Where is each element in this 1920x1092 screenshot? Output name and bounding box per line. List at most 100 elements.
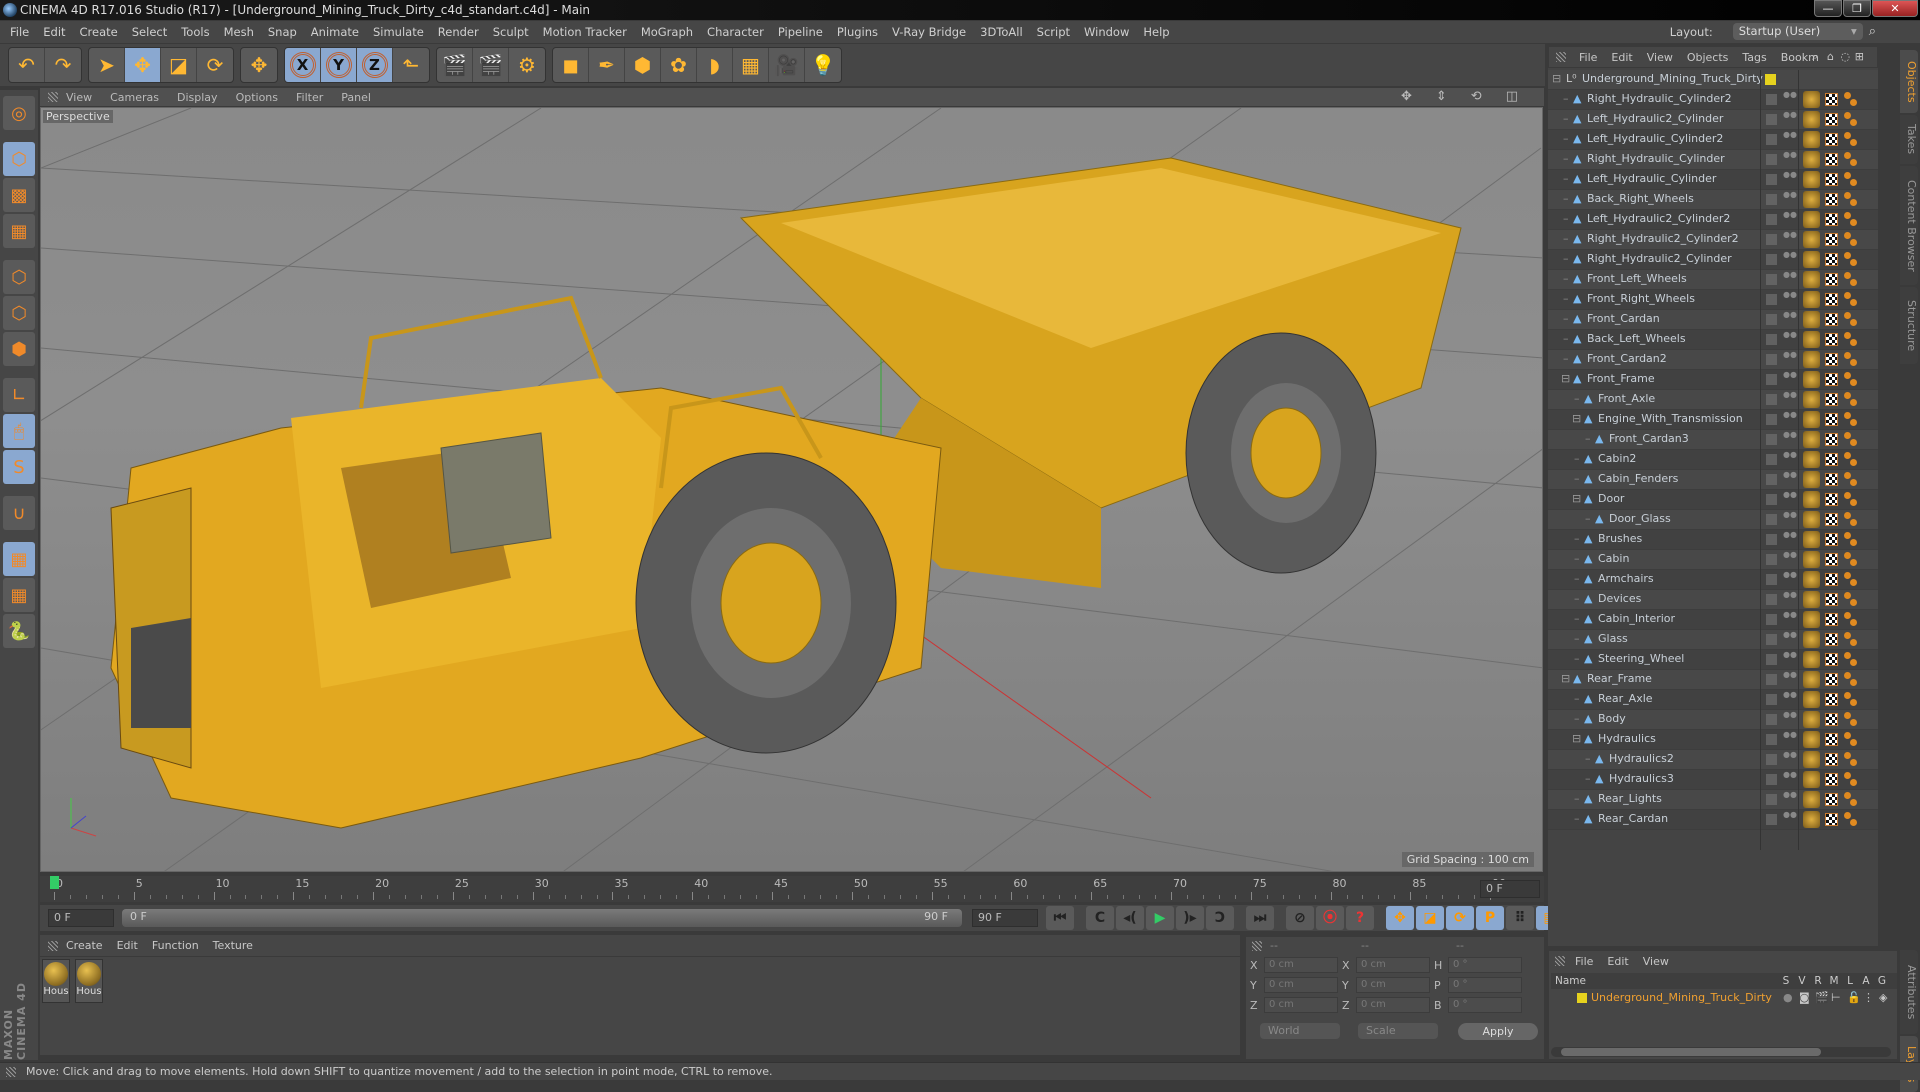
planar-workplane-button[interactable]: ▦: [3, 578, 35, 612]
snap-magnet-button[interactable]: ∪: [3, 496, 35, 530]
polygon-selection-tag-icon[interactable]: [1844, 412, 1858, 426]
object-row[interactable]: – ▲ Rear_Axle ●●: [1548, 690, 1878, 710]
layer-menu-edit[interactable]: Edit: [1607, 955, 1628, 968]
polygon-selection-tag-icon[interactable]: [1844, 732, 1858, 746]
rotate-button[interactable]: ⟳: [197, 48, 233, 82]
object-menu-view[interactable]: View: [1647, 51, 1673, 64]
subdivision-surface-button[interactable]: ⬢: [625, 48, 661, 82]
visibility-toggle-icon[interactable]: ●●: [1783, 431, 1797, 446]
menu-file[interactable]: File: [10, 25, 29, 39]
viewport-menu-panel[interactable]: Panel: [341, 91, 371, 104]
visibility-toggle-icon[interactable]: ●●: [1783, 171, 1797, 186]
uvw-tag-icon[interactable]: [1825, 393, 1838, 406]
material-tag-icon[interactable]: [1803, 351, 1820, 368]
python-button[interactable]: 🐍: [3, 614, 35, 648]
side-tab-takes[interactable]: Takes: [1900, 115, 1918, 164]
object-row[interactable]: – ▲ Armchairs ●●: [1548, 570, 1878, 590]
object-row-root[interactable]: ⊟ L⁰ Underground_Mining_Truck_Dirty: [1548, 70, 1878, 90]
motion-path-button[interactable]: ⊘: [1286, 906, 1314, 930]
record-keys-button[interactable]: ⦿: [1316, 906, 1344, 930]
uvw-tag-icon[interactable]: [1825, 613, 1838, 626]
material-tag-icon[interactable]: [1803, 111, 1820, 128]
object-row[interactable]: – ▲ Cabin ●●: [1548, 550, 1878, 570]
current-frame-field[interactable]: 0 F: [1480, 880, 1540, 898]
layer-color-tag[interactable]: [1766, 614, 1777, 625]
visibility-toggle-icon[interactable]: ●●: [1783, 91, 1797, 106]
menu-help[interactable]: Help: [1143, 25, 1169, 39]
layer-generator-icon[interactable]: ◈: [1879, 990, 1887, 1006]
render-view-button[interactable]: 🎬: [437, 48, 473, 82]
uvw-tag-icon[interactable]: [1825, 553, 1838, 566]
polygon-selection-tag-icon[interactable]: [1844, 312, 1858, 326]
menu-animate[interactable]: Animate: [311, 25, 359, 39]
object-row[interactable]: – ▲ Cabin2 ●●: [1548, 450, 1878, 470]
playhead[interactable]: [50, 876, 59, 889]
deformer-bend-button[interactable]: ◗: [697, 48, 733, 82]
layer-solo-icon[interactable]: ●: [1783, 990, 1793, 1006]
polygon-selection-tag-icon[interactable]: [1844, 752, 1858, 766]
new-window-icon[interactable]: ⊞: [1855, 50, 1864, 63]
object-row[interactable]: – ▲ Door_Glass ●●: [1548, 510, 1878, 530]
panel-grip-icon[interactable]: [1556, 52, 1566, 62]
uvw-tag-icon[interactable]: [1825, 713, 1838, 726]
collapse-icon[interactable]: ⊟: [1572, 413, 1584, 425]
uvw-tag-icon[interactable]: [1825, 793, 1838, 806]
material-tag-icon[interactable]: [1803, 471, 1820, 488]
layer-column-g[interactable]: G: [1875, 973, 1889, 989]
object-menu-tags[interactable]: Tags: [1742, 51, 1766, 64]
object-menu-file[interactable]: File: [1579, 51, 1597, 64]
layer-color-tag[interactable]: [1766, 514, 1777, 525]
panel-grip-icon[interactable]: [1555, 956, 1565, 966]
uvw-tag-icon[interactable]: [1825, 333, 1838, 346]
menu-mograph[interactable]: MoGraph: [641, 25, 693, 39]
viewport-menu-view[interactable]: View: [66, 91, 92, 104]
menu-window[interactable]: Window: [1084, 25, 1129, 39]
object-row[interactable]: – ▲ Back_Left_Wheels ●●: [1548, 330, 1878, 350]
cube-primitive-button[interactable]: ◼: [553, 48, 589, 82]
uvw-tag-icon[interactable]: [1825, 413, 1838, 426]
redo-button[interactable]: ↷: [45, 48, 81, 82]
material-tag-icon[interactable]: [1803, 371, 1820, 388]
coord-position-field[interactable]: 0 cm: [1264, 997, 1338, 1013]
polygon-selection-tag-icon[interactable]: [1844, 492, 1858, 506]
tweak-mode-button[interactable]: 🖱: [3, 414, 35, 448]
object-row[interactable]: ⊟ ▲ Front_Frame ●●: [1548, 370, 1878, 390]
polygon-selection-tag-icon[interactable]: [1844, 212, 1858, 226]
next-frame-button[interactable]: )▸: [1176, 906, 1204, 930]
layer-color-tag[interactable]: [1766, 274, 1777, 285]
object-row[interactable]: – ▲ Cabin_Interior ●●: [1548, 610, 1878, 630]
visibility-toggle-icon[interactable]: ●●: [1783, 391, 1797, 406]
menu-3dtoall[interactable]: 3DToAll: [980, 25, 1023, 39]
material-tag-icon[interactable]: [1803, 271, 1820, 288]
uvw-tag-icon[interactable]: [1825, 273, 1838, 286]
visibility-toggle-icon[interactable]: ●●: [1783, 531, 1797, 546]
visibility-toggle-icon[interactable]: ●●: [1783, 351, 1797, 366]
object-row[interactable]: – ▲ Front_Axle ●●: [1548, 390, 1878, 410]
object-row[interactable]: – ▲ Right_Hydraulic2_Cylinder2 ●●: [1548, 230, 1878, 250]
autokey-button[interactable]: ?: [1346, 906, 1374, 930]
visibility-toggle-icon[interactable]: ●●: [1783, 151, 1797, 166]
visibility-toggle-icon[interactable]: ●●: [1783, 691, 1797, 706]
coord-rotation-field[interactable]: 0 °: [1448, 997, 1522, 1013]
close-button[interactable]: ✕: [1872, 0, 1918, 17]
layout-select[interactable]: Startup (User): [1732, 23, 1863, 40]
material-menu-function[interactable]: Function: [152, 939, 199, 952]
visibility-toggle-icon[interactable]: ●●: [1783, 611, 1797, 626]
menu-plugins[interactable]: Plugins: [837, 25, 878, 39]
layer-lock-icon[interactable]: 🔓: [1847, 990, 1861, 1006]
key-pla-button[interactable]: ⠿: [1506, 906, 1534, 930]
visibility-toggle-icon[interactable]: ●●: [1783, 291, 1797, 306]
uvw-tag-icon[interactable]: [1825, 653, 1838, 666]
polygons-mode-button[interactable]: ⬢: [3, 332, 35, 366]
uvw-tag-icon[interactable]: [1825, 373, 1838, 386]
uvw-tag-icon[interactable]: [1825, 513, 1838, 526]
uvw-tag-icon[interactable]: [1825, 233, 1838, 246]
material-tag-icon[interactable]: [1803, 771, 1820, 788]
uvw-tag-icon[interactable]: [1825, 173, 1838, 186]
layer-color-tag[interactable]: [1766, 154, 1777, 165]
polygon-selection-tag-icon[interactable]: [1844, 172, 1858, 186]
visibility-toggle-icon[interactable]: ●●: [1783, 551, 1797, 566]
coord-position-field[interactable]: 0 cm: [1264, 977, 1338, 993]
visibility-toggle-icon[interactable]: ●●: [1783, 731, 1797, 746]
uvw-tag-icon[interactable]: [1825, 113, 1838, 126]
